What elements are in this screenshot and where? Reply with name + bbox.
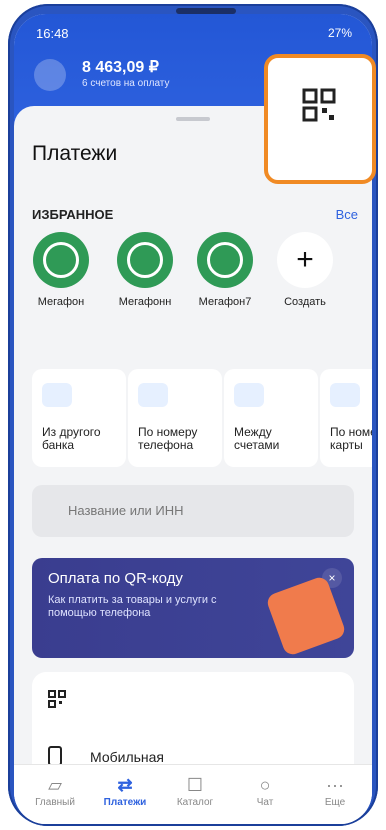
search-input[interactable]: Название или ИНН [32, 485, 354, 537]
qr-banner-title: Оплата по QR-коду [48, 570, 183, 587]
qr-scan-icon [302, 88, 336, 122]
favorite-label: Мегафонн [118, 296, 172, 308]
tab-home[interactable]: ▱ Главный [20, 775, 90, 808]
quick-label: По номеру телефона [138, 425, 198, 452]
favorites-all-link[interactable]: Все [336, 207, 358, 222]
search-placeholder: Название или ИНН [68, 503, 184, 518]
megafon-icon [117, 232, 173, 288]
favorite-megafon7[interactable]: Мегафон7 [190, 232, 260, 308]
tab-label: Платежи [103, 797, 147, 808]
quick-label: Между счетами [234, 425, 280, 452]
more-icon: ··· [326, 775, 344, 795]
status-battery: 27% [327, 26, 352, 40]
balance-icon [34, 59, 66, 91]
mobile-phone-icon [48, 746, 62, 766]
qr-banner-subtitle: Как платить за товары и услуги с помощью… [48, 594, 217, 619]
qr-icon [48, 690, 66, 708]
tab-label: Каталог [176, 797, 214, 808]
quick-phone[interactable]: По номеру телефона [128, 369, 222, 467]
tab-label: Чат [256, 797, 274, 808]
favorite-label: Создать [284, 296, 326, 308]
favorite-label: Мегафон7 [198, 296, 252, 308]
qr-scan-button[interactable] [264, 54, 376, 184]
chat-icon: ○ [259, 775, 271, 795]
quick-card-number[interactable]: По номеру карты [320, 369, 372, 467]
megafon-icon [33, 232, 89, 288]
qr-banner[interactable]: Оплата по QR-коду Как платить за товары … [32, 558, 354, 658]
favorite-megafonn[interactable]: Мегафонн [110, 232, 180, 308]
bank-logos-icon [42, 383, 72, 407]
favorite-megafon[interactable]: Мегафон [26, 232, 96, 308]
list-item-qr[interactable] [48, 690, 66, 710]
favorite-label: Мегафон [37, 296, 85, 308]
bottom-nav: ▱ Главный ⇄ Платежи ☐ Каталог ○ Чат ··· … [14, 764, 372, 824]
status-time: 16:48 [36, 26, 69, 41]
quick-between-accounts[interactable]: Между счетами [224, 369, 318, 467]
quick-other-bank[interactable]: Из другого банка [32, 369, 126, 467]
tab-catalog[interactable]: ☐ Каталог [160, 775, 230, 808]
phone-icon [138, 383, 168, 407]
sheet-handle[interactable] [176, 117, 210, 121]
tab-label: Главный [35, 797, 75, 808]
plus-icon: + [277, 232, 333, 288]
tab-more[interactable]: ··· Еще [300, 775, 370, 808]
catalog-icon: ☐ [186, 775, 204, 795]
card-icon [330, 383, 360, 407]
quick-label: Из другого банка [42, 425, 101, 452]
page-title: Платежи [32, 142, 118, 165]
quick-label: По номеру карты [330, 425, 372, 452]
favorite-create[interactable]: + Создать [270, 232, 340, 308]
balance-amount[interactable]: 8 463,09 ₽ [82, 57, 159, 77]
transfer-arrows-icon [234, 383, 264, 407]
favorites-header: ИЗБРАННОЕ [32, 207, 114, 222]
tab-label: Еще [324, 797, 346, 808]
tab-chat[interactable]: ○ Чат [230, 775, 300, 808]
transfer-icon: ⇄ [117, 775, 133, 795]
bills-subtitle[interactable]: 6 счетов на оплату [82, 78, 170, 89]
tab-payments[interactable]: ⇄ Платежи [90, 775, 160, 808]
megafon-icon [197, 232, 253, 288]
list-item-mobile[interactable]: Мобильная связь [48, 746, 164, 781]
home-icon: ▱ [48, 775, 62, 795]
